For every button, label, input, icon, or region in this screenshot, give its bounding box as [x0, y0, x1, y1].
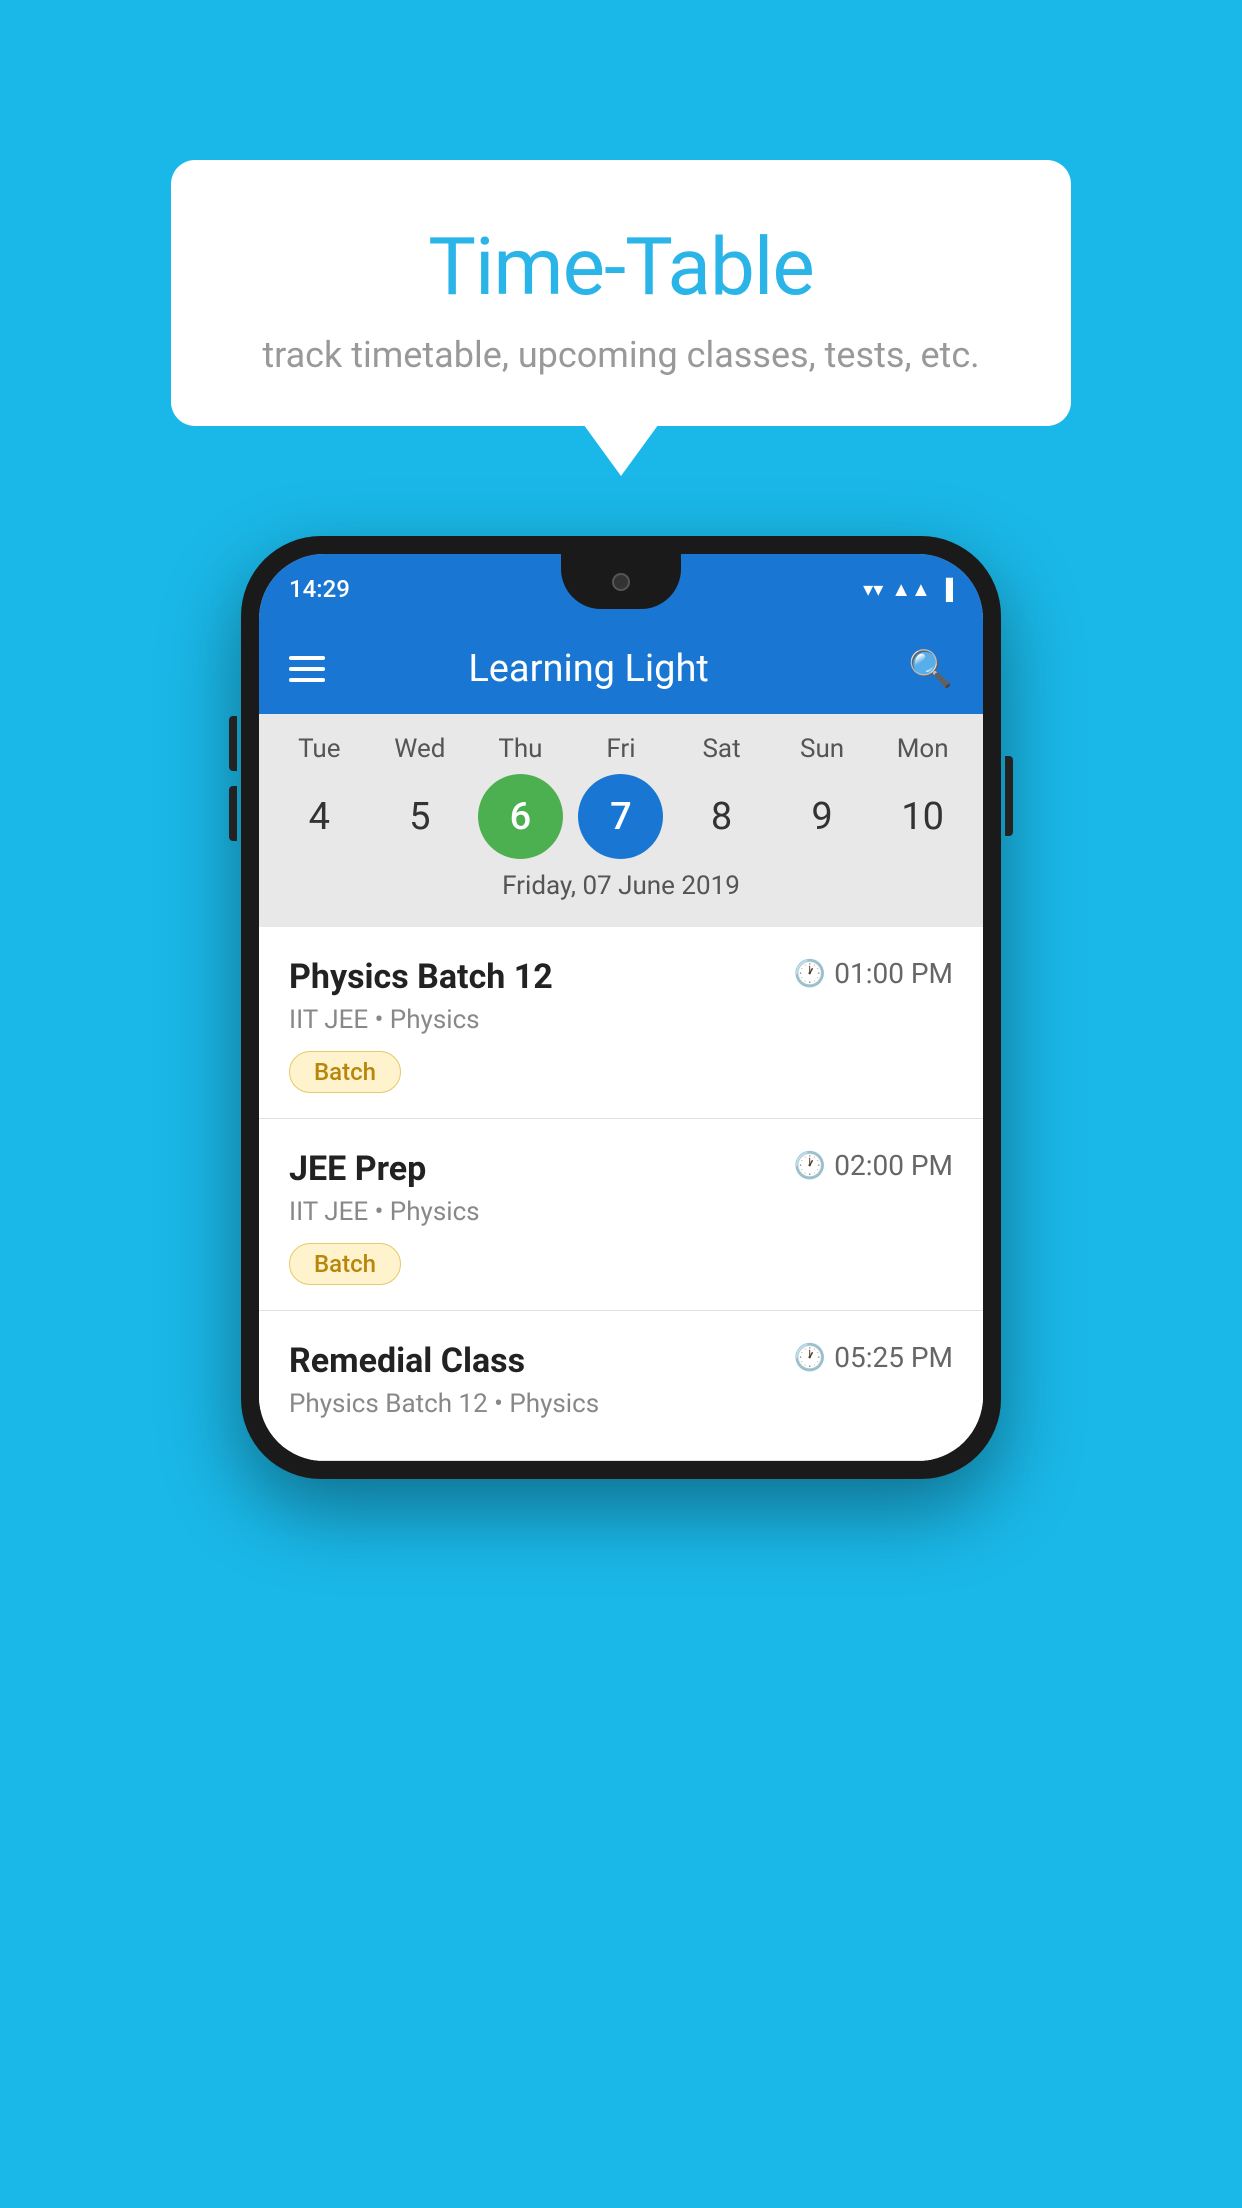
schedule-time-value-1: 01:00 PM: [834, 957, 953, 990]
app-title: Learning Light: [289, 647, 888, 691]
signal-icon: ▲▲: [891, 577, 931, 602]
schedule-item-2[interactable]: JEE Prep 🕐 02:00 PM IIT JEE • Physics Ba…: [259, 1119, 983, 1311]
tooltip-title: Time-Table: [241, 220, 1001, 314]
day-10[interactable]: 10: [880, 774, 965, 859]
day-9[interactable]: 9: [780, 774, 865, 859]
schedule-time-3: 🕐 05:25 PM: [794, 1341, 953, 1374]
day-headers: Tue Wed Thu Fri Sat Sun Mon: [259, 734, 983, 764]
power-button: [1005, 756, 1013, 836]
schedule-item-2-header: JEE Prep 🕐 02:00 PM: [289, 1149, 953, 1189]
schedule-title-3: Remedial Class: [289, 1341, 525, 1381]
volume-down-button: [229, 786, 237, 841]
schedule-item-1-header: Physics Batch 12 🕐 01:00 PM: [289, 957, 953, 997]
battery-icon: ▐: [939, 577, 953, 602]
schedule-subtitle-1: IIT JEE • Physics: [289, 1005, 953, 1035]
search-button[interactable]: 🔍: [908, 648, 953, 690]
schedule-time-1: 🕐 01:00 PM: [794, 957, 953, 990]
day-header-fri: Fri: [578, 734, 663, 764]
schedule-subtitle-2: IIT JEE • Physics: [289, 1197, 953, 1227]
clock-icon-2: 🕐: [794, 1151, 826, 1181]
clock-icon-3: 🕐: [794, 1343, 826, 1373]
day-header-tue: Tue: [277, 734, 362, 764]
day-header-sat: Sat: [679, 734, 764, 764]
day-7-selected[interactable]: 7: [578, 774, 663, 859]
clock-icon-1: 🕐: [794, 959, 826, 989]
wifi-icon: ▾▾: [863, 577, 883, 601]
day-header-mon: Mon: [880, 734, 965, 764]
selected-date-label: Friday, 07 June 2019: [259, 859, 983, 917]
schedule-time-value-3: 05:25 PM: [834, 1341, 953, 1374]
day-header-thu: Thu: [478, 734, 563, 764]
tooltip-card: Time-Table track timetable, upcoming cla…: [171, 160, 1071, 426]
tooltip-subtitle: track timetable, upcoming classes, tests…: [241, 334, 1001, 376]
schedule-time-value-2: 02:00 PM: [834, 1149, 953, 1182]
day-header-sun: Sun: [780, 734, 865, 764]
status-icons: ▾▾ ▲▲ ▐: [863, 577, 953, 602]
schedule-time-2: 🕐 02:00 PM: [794, 1149, 953, 1182]
app-bar: Learning Light 🔍: [259, 624, 983, 714]
day-6-today[interactable]: 6: [478, 774, 563, 859]
schedule-title-1: Physics Batch 12: [289, 957, 553, 997]
day-8[interactable]: 8: [679, 774, 764, 859]
schedule-title-2: JEE Prep: [289, 1149, 426, 1189]
status-bar: 14:29 ▾▾ ▲▲ ▐: [259, 554, 983, 624]
notch-cutout: [561, 554, 681, 609]
phone-screen: 14:29 ▾▾ ▲▲ ▐ Learning Light 🔍: [259, 554, 983, 1461]
batch-badge-2: Batch: [289, 1243, 401, 1285]
status-time: 14:29: [289, 575, 350, 603]
volume-up-button: [229, 716, 237, 771]
schedule-subtitle-3: Physics Batch 12 • Physics: [289, 1389, 953, 1419]
schedule-item-3-header: Remedial Class 🕐 05:25 PM: [289, 1341, 953, 1381]
calendar-strip: Tue Wed Thu Fri Sat Sun Mon 4 5 6 7 8 9 …: [259, 714, 983, 927]
phone-wrapper: 14:29 ▾▾ ▲▲ ▐ Learning Light 🔍: [241, 536, 1001, 1479]
day-numbers: 4 5 6 7 8 9 10: [259, 774, 983, 859]
batch-badge-1: Batch: [289, 1051, 401, 1093]
day-4[interactable]: 4: [277, 774, 362, 859]
day-5[interactable]: 5: [377, 774, 462, 859]
schedule-item-1[interactable]: Physics Batch 12 🕐 01:00 PM IIT JEE • Ph…: [259, 927, 983, 1119]
schedule-list: Physics Batch 12 🕐 01:00 PM IIT JEE • Ph…: [259, 927, 983, 1461]
schedule-item-3[interactable]: Remedial Class 🕐 05:25 PM Physics Batch …: [259, 1311, 983, 1461]
camera-lens: [612, 573, 630, 591]
phone-frame: 14:29 ▾▾ ▲▲ ▐ Learning Light 🔍: [241, 536, 1001, 1479]
day-header-wed: Wed: [377, 734, 462, 764]
